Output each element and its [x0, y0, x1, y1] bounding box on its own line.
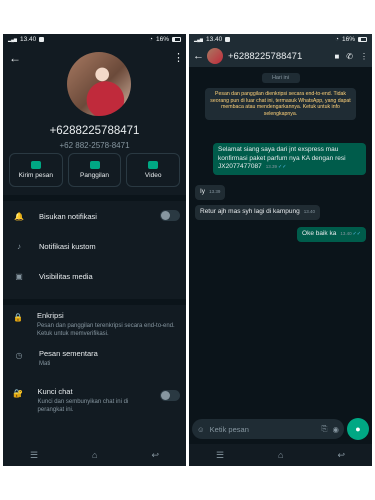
encryption-row[interactable]: 🔒 Enkripsi Pesan dan panggilan terenkrips… — [3, 305, 186, 343]
image-icon: ▣ — [15, 271, 23, 281]
attach-icon[interactable]: ⎘ — [321, 424, 327, 434]
battery-percent: 16% — [155, 36, 169, 43]
back-icon[interactable]: ↩ — [337, 450, 345, 461]
contact-avatar[interactable] — [67, 52, 131, 116]
media-visibility-row[interactable]: ▣ Visibilitas media — [3, 261, 186, 291]
emoji-icon[interactable]: ☺ — [197, 425, 205, 434]
chat-lock-row[interactable]: 🔐 Kunci chat Kunci dan sembunyikan chat i… — [3, 381, 186, 419]
notification-icon — [39, 37, 45, 42]
menu-icon[interactable]: ☰ — [216, 450, 224, 461]
message-bubble-outgoing[interactable]: Oke baik ka 13.40✓✓ — [297, 227, 366, 242]
mic-button[interactable]: ● — [347, 418, 369, 440]
phone-icon[interactable]: ✆ — [346, 52, 353, 61]
read-check-icon: ✓✓ — [278, 164, 287, 170]
phone-icon — [89, 161, 100, 169]
bell-icon: 🔔 — [14, 211, 24, 221]
custom-notifications-row[interactable]: ♪ Notifikasi kustom — [3, 231, 186, 261]
message-list: Hari ini Pesan dan panggilan dienkripsi … — [189, 67, 372, 443]
contact-info-screen: ▂▄▆ 13.40 ◔ 16% ← ⋮ +6288225788471 +62 882… — [3, 34, 186, 466]
status-bar: ▂▄▆ 13.40 ◔ 16% — [3, 34, 186, 45]
mute-notifications-row[interactable]: 🔔 Bisukan notifikasi — [3, 201, 186, 231]
more-options-icon[interactable]: ⋮ — [360, 52, 368, 61]
alarm-icon: ◔ — [149, 36, 153, 43]
back-arrow-icon[interactable]: ← — [193, 50, 204, 62]
status-time: 13.40 — [206, 36, 223, 43]
chat-contact-name[interactable]: +6288225788471 — [228, 51, 334, 62]
mute-notifications-toggle[interactable] — [160, 210, 180, 221]
message-placeholder[interactable]: Ketik pesan — [210, 425, 317, 434]
chat-header: ← +6288225788471 ■ ✆ ⋮ — [189, 45, 372, 67]
contact-phone-formatted: +62 882-2578-8471 — [59, 141, 130, 150]
send-message-button[interactable]: Kirim pesan — [9, 153, 63, 187]
contact-phone: +6288225788471 — [49, 125, 140, 137]
battery-icon — [172, 37, 181, 42]
home-icon[interactable]: ⌂ — [278, 450, 283, 460]
android-nav-bar: ☰ ⌂ ↩ — [3, 444, 186, 466]
status-time: 13.40 — [20, 36, 37, 43]
video-icon — [148, 161, 159, 169]
alarm-icon: ◔ — [335, 36, 339, 43]
message-composer: ☺ Ketik pesan ⎘ ◉ ● — [192, 418, 369, 440]
call-button[interactable]: Panggilan — [67, 153, 122, 187]
message-bubble-outgoing[interactable]: Selamat siang saya dari jnt exspress mau… — [213, 143, 366, 175]
notification-icon — [225, 37, 231, 42]
date-chip: Hari ini — [261, 73, 300, 83]
signal-icon: ▂▄▆ — [194, 36, 203, 42]
message-input[interactable]: ☺ Ketik pesan ⎘ ◉ — [192, 419, 344, 439]
music-note-icon: ♪ — [17, 241, 21, 251]
signal-icon: ▂▄▆ — [8, 36, 17, 42]
status-bar: ▂▄▆ 13.40 ◔ 16% — [189, 34, 372, 45]
avatar[interactable] — [207, 48, 223, 64]
message-bubble-incoming[interactable]: Retur ajh mas syh lagi di kampung 13.40 — [195, 205, 320, 220]
lock-icon: 🔒 — [13, 313, 23, 322]
home-icon[interactable]: ⌂ — [92, 450, 97, 460]
camera-icon[interactable]: ◉ — [332, 425, 339, 434]
battery-percent: 16% — [341, 36, 355, 43]
back-arrow-icon[interactable]: ← — [9, 51, 21, 65]
message-bubble-incoming[interactable]: Iy 13.39 — [195, 185, 226, 200]
video-call-button[interactable]: Video — [126, 153, 181, 187]
mic-icon: ● — [355, 424, 361, 434]
battery-icon — [358, 37, 367, 42]
back-icon[interactable]: ↩ — [151, 450, 159, 461]
encryption-notice[interactable]: Pesan dan panggilan dienkripsi secara en… — [205, 88, 356, 120]
chat-screen: ▂▄▆ 13.40 ◔ 16% ← +6288225788471 ■ ✆ ⋮ Har… — [189, 34, 372, 466]
more-options-icon[interactable]: ⋮ — [173, 51, 184, 64]
contact-actions: Kirim pesan Panggilan Video — [3, 153, 186, 187]
video-icon[interactable]: ■ — [334, 52, 339, 61]
timer-icon: ◷ — [15, 351, 23, 360]
message-icon — [30, 161, 41, 169]
read-check-icon: ✓✓ — [352, 231, 361, 237]
chat-lock-toggle[interactable] — [160, 390, 180, 401]
menu-icon[interactable]: ☰ — [30, 450, 38, 461]
disappearing-messages-row[interactable]: ◷ Pesan sementara Mati — [3, 343, 186, 381]
android-nav-bar: ☰ ⌂ ↩ — [189, 444, 372, 466]
chat-lock-icon: 🔐 — [13, 389, 24, 398]
